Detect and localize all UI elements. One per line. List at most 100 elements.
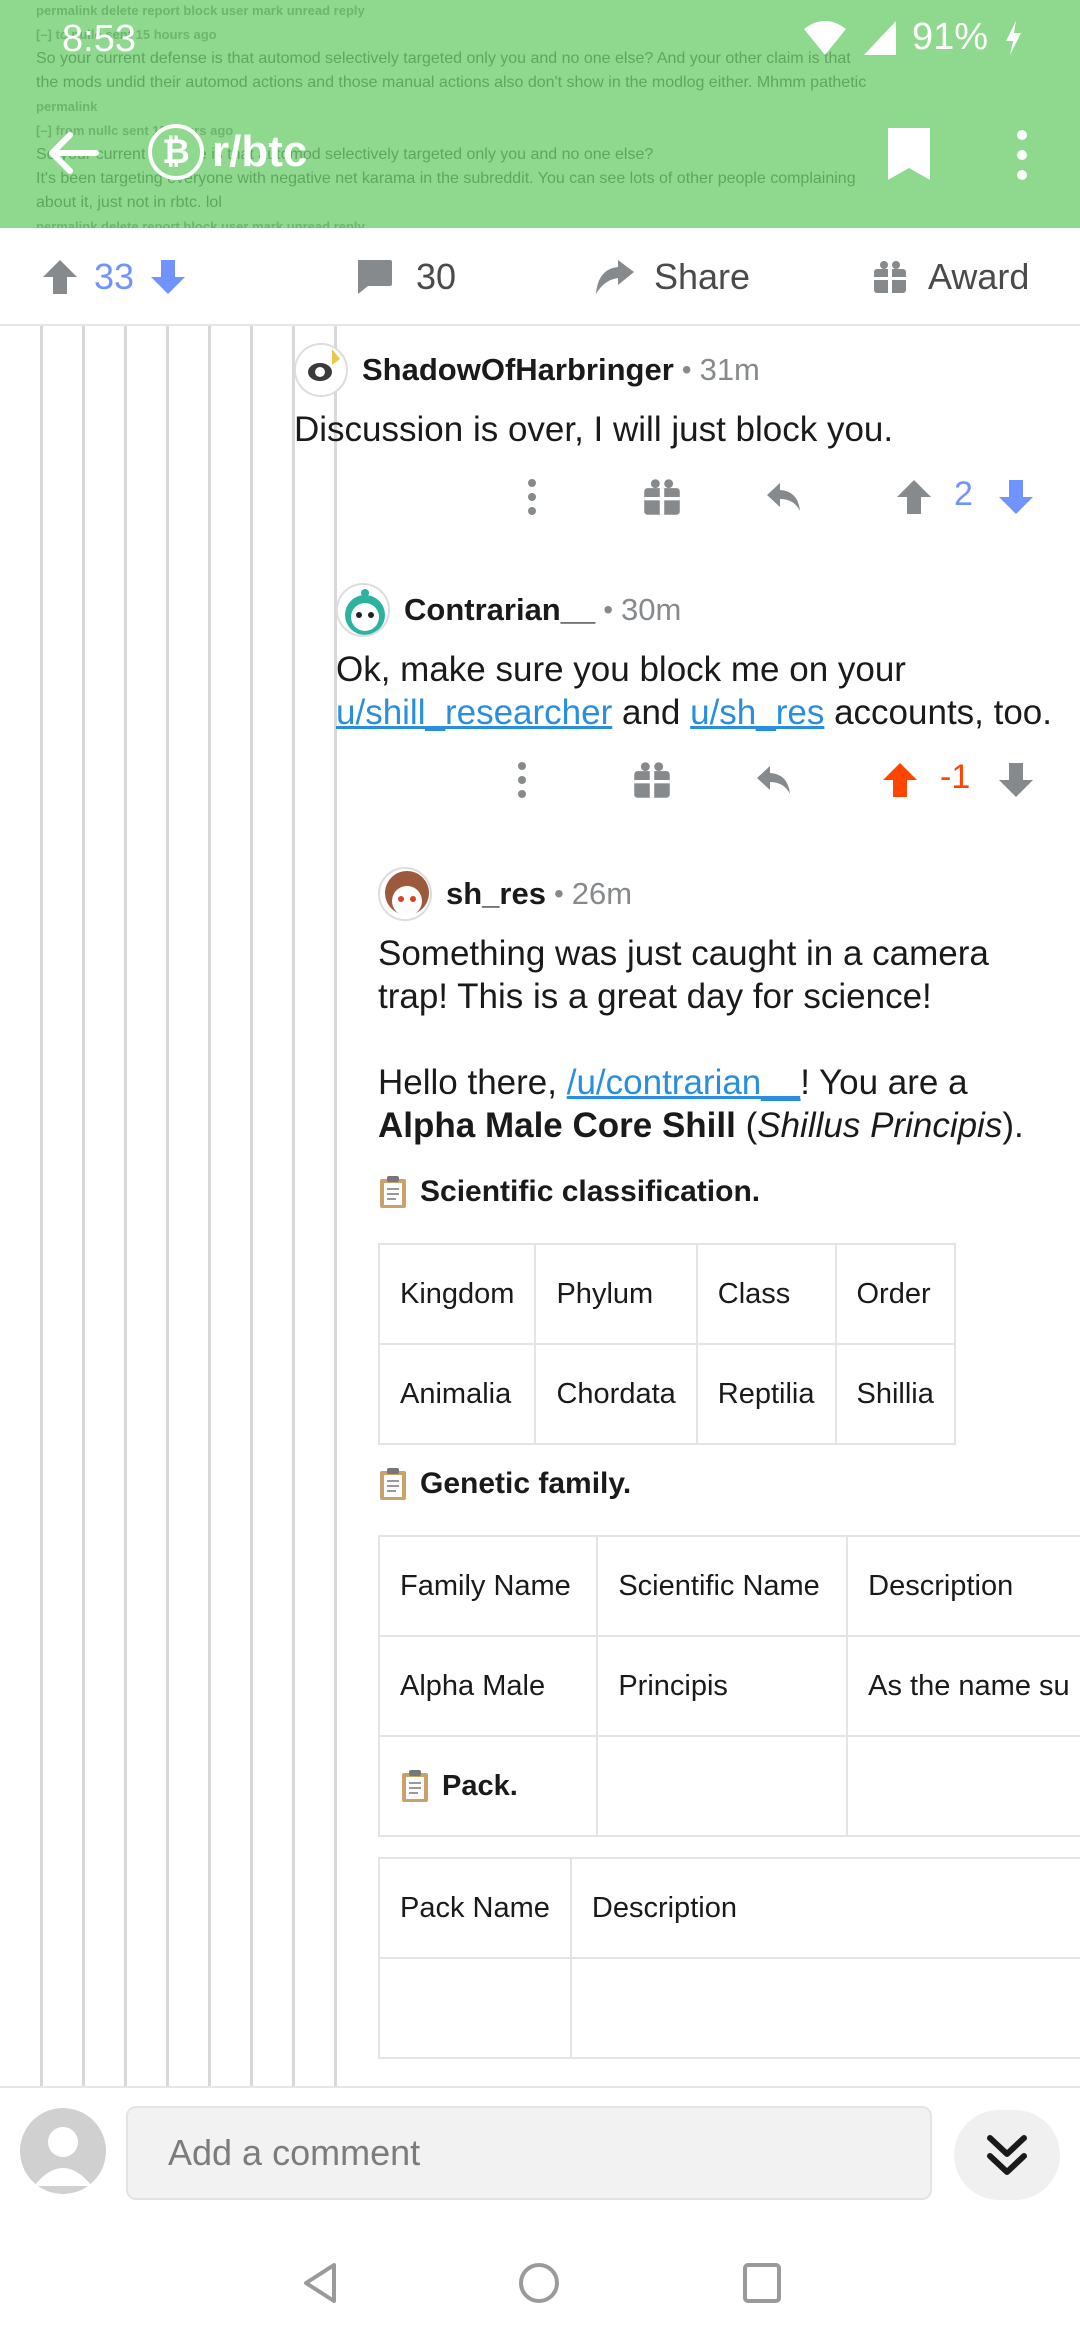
upvote-arrow-icon[interactable] [894, 477, 934, 517]
comment: sh_res • 26m Something was just caught i… [377, 866, 1080, 2059]
comments-count: 30 [416, 256, 457, 297]
collapse-button[interactable] [954, 2110, 1060, 2200]
comment-header: Contrarian__ • 30m [336, 582, 1066, 638]
more-options-icon[interactable] [512, 477, 552, 517]
user-link[interactable]: /u/contrarian__ [567, 1063, 800, 1102]
reply-icon[interactable] [754, 760, 794, 800]
body-text: accounts, too. [824, 693, 1052, 732]
comment-age: 30m [621, 592, 682, 627]
section-heading: Scientific classification. [378, 1175, 1080, 1209]
comment-author[interactable]: ShadowOfHarbringer [362, 352, 674, 388]
signal-icon [863, 20, 896, 55]
toolbar: ₿ r/btc [0, 122, 1080, 186]
subreddit-bitcoin-icon[interactable]: ₿ [148, 124, 204, 180]
user-link[interactable]: u/sh_res [690, 693, 824, 732]
table-row: Animalia Chordata Reptilia Shillia [377, 1343, 956, 1445]
more-options-icon[interactable] [502, 760, 542, 800]
table-cell: Alpha Male [377, 1635, 599, 1737]
species-name: Alpha Male Core Shill [378, 1106, 736, 1145]
back-arrow-icon[interactable] [44, 128, 100, 178]
gift-icon[interactable] [642, 477, 682, 517]
clipboard-icon [402, 1770, 428, 1802]
downvote-arrow-icon[interactable] [996, 477, 1036, 517]
body-text: and [612, 693, 691, 732]
table-cell [846, 1735, 1080, 1837]
downvote-arrow-icon[interactable] [996, 760, 1036, 800]
body-text: Hello there, [378, 1063, 567, 1102]
table-cell [569, 1957, 1080, 2059]
comment-actions: 2 [294, 465, 1054, 535]
user-link[interactable]: u/shill_researcher [336, 693, 612, 732]
comment: ShadowOfHarbringer • 31m Discussion is o… [294, 342, 1054, 535]
charging-icon [1006, 20, 1021, 55]
clipboard-icon [380, 1468, 406, 1500]
table-cell: Reptilia [695, 1343, 837, 1445]
table-row [378, 1957, 1080, 2059]
avatar[interactable] [294, 343, 348, 397]
table-cell: Chordata [534, 1343, 698, 1445]
gift-icon [874, 261, 906, 293]
comment-score: -1 [940, 758, 971, 796]
reply-icon[interactable] [764, 477, 804, 517]
system-navigation-bar [0, 2216, 1080, 2340]
wifi-icon [803, 20, 846, 55]
family-table: Family Name Scientific Name Description … [377, 1535, 1080, 1837]
table-row: Pack. [377, 1735, 1080, 1837]
table-cell: Pack. [377, 1735, 599, 1837]
award-button[interactable]: Award [872, 228, 1029, 326]
nav-recents-icon[interactable] [742, 2262, 782, 2304]
bookmark-icon[interactable] [886, 126, 932, 182]
downvote-arrow-icon[interactable] [148, 257, 188, 297]
body-text: Ok, make sure you block me on your [336, 650, 906, 689]
section-title: Genetic family. [420, 1467, 632, 1500]
comment-author[interactable]: sh_res [446, 876, 546, 912]
comment-age: 26m [571, 876, 633, 911]
separator-dot: • [603, 594, 614, 625]
section-title: Pack. [442, 1769, 518, 1802]
table-cell: Description [569, 1857, 1080, 1959]
species-latin-name: Shillus Principis [757, 1106, 1003, 1145]
body-text: ! You are a [800, 1063, 968, 1102]
comment-body: Ok, make sure you block me on your u/shi… [336, 648, 1066, 734]
table-cell: Animalia [377, 1343, 537, 1445]
upvote-arrow-icon[interactable] [40, 257, 80, 297]
thread-line[interactable] [82, 326, 85, 2086]
comment: Contrarian__ • 30m Ok, make sure you blo… [336, 582, 1066, 818]
upvote-arrow-icon[interactable] [880, 760, 920, 800]
user-avatar[interactable] [20, 2108, 106, 2194]
share-button[interactable]: Share [594, 228, 750, 326]
table-row: Family Name Scientific Name Description [377, 1535, 1080, 1637]
nav-home-icon[interactable] [518, 2262, 560, 2304]
table-cell: Pack Name [378, 1857, 572, 1959]
avatar[interactable] [378, 867, 432, 921]
thread-line[interactable] [40, 326, 43, 2086]
double-chevron-down-icon [987, 2135, 1027, 2175]
more-options-icon[interactable] [1010, 128, 1034, 182]
add-comment-input[interactable]: Add a comment [126, 2106, 932, 2200]
avatar[interactable] [336, 583, 390, 637]
post-action-bar: 33 30 Share Award [0, 228, 1080, 326]
table-cell: Description [846, 1535, 1080, 1637]
thread-line[interactable] [250, 326, 253, 2086]
thread-line[interactable] [124, 326, 127, 2086]
table-cell: Order [834, 1243, 956, 1345]
thread-line[interactable] [292, 326, 295, 2086]
table-row: Alpha Male Principis As the name su [377, 1635, 1080, 1737]
comment-body: Something was just caught in a camera tr… [378, 932, 1080, 1147]
subreddit-name[interactable]: r/btc [212, 122, 307, 182]
separator-dot: • [553, 878, 564, 909]
comments-button[interactable]: 30 [354, 228, 456, 326]
classification-table: Kingdom Phylum Class Order Animalia Chor… [377, 1243, 956, 1445]
thread-line[interactable] [208, 326, 211, 2086]
table-cell: As the name su [846, 1635, 1080, 1737]
comment-bubble-icon [358, 260, 392, 294]
pack-table: Pack Name Description [378, 1857, 1080, 2059]
nav-back-icon[interactable] [300, 2262, 340, 2304]
table-cell: Family Name [377, 1535, 599, 1637]
thread-line[interactable] [166, 326, 169, 2086]
comment-author[interactable]: Contrarian__ [404, 592, 595, 628]
bg-line: permalink [36, 99, 98, 114]
gift-icon[interactable] [632, 760, 672, 800]
battery-percent: 91% [911, 16, 988, 58]
separator-dot: • [681, 354, 692, 385]
